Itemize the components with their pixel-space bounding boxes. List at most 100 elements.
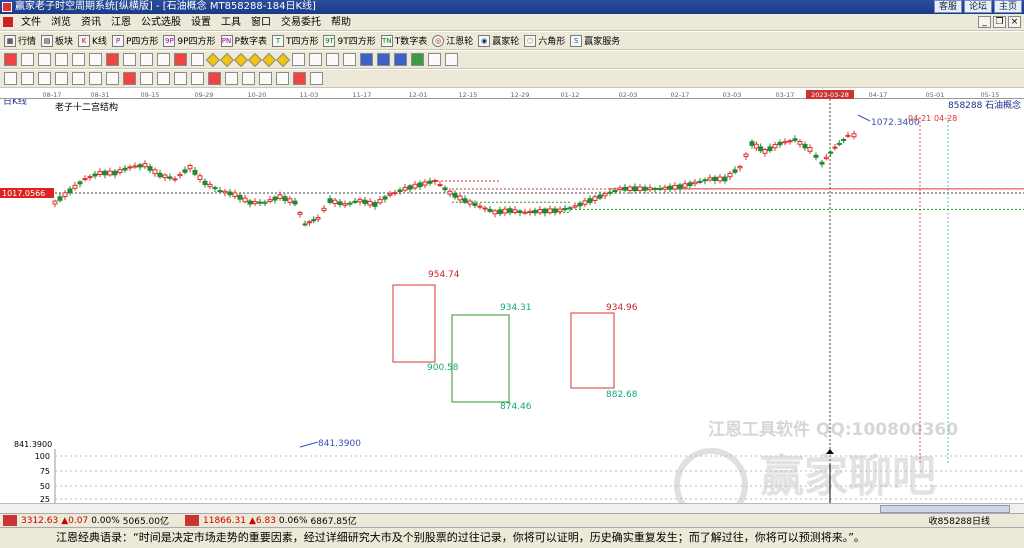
watermark-logo-ring xyxy=(674,448,748,522)
time-zone-icon[interactable] xyxy=(157,72,170,85)
save-tool-icon[interactable] xyxy=(377,53,390,66)
menu-settings[interactable]: 设置 xyxy=(186,14,216,31)
candle-body xyxy=(743,153,749,158)
check-tool-icon[interactable] xyxy=(326,53,339,66)
curve-tool-icon[interactable] xyxy=(38,53,51,66)
date-tick-label: 09-29 xyxy=(195,91,214,99)
fraction-tool-icon[interactable] xyxy=(72,53,85,66)
angle-icon[interactable] xyxy=(140,72,153,85)
menu-help[interactable]: 帮助 xyxy=(326,14,356,31)
toolbar-hexagon-button[interactable]: ⬡ 六角形 xyxy=(522,33,567,49)
parallel-icon[interactable] xyxy=(259,72,272,85)
regression-icon[interactable] xyxy=(242,72,255,85)
menu-window[interactable]: 窗口 xyxy=(246,14,276,31)
sh-index-change: ▲0.07 xyxy=(61,515,89,526)
menu-file[interactable]: 文件 xyxy=(16,14,46,31)
toolbar-p-number-button[interactable]: PN P数字表 xyxy=(219,33,269,49)
toolbar-quotes-button[interactable]: ▦ 行情 xyxy=(2,33,38,49)
wave-tool-icon[interactable] xyxy=(157,53,170,66)
pie-icon[interactable] xyxy=(293,72,306,85)
kline-chart-svg[interactable]: 日K线 老子十二宫结构 858288 石油概念江恩工具软件 QQ:100800360 赢… xyxy=(0,95,1024,531)
hand-tool-icon[interactable] xyxy=(292,53,305,66)
candle-icon[interactable] xyxy=(38,72,51,85)
fib-icon[interactable] xyxy=(174,72,187,85)
cycle-icon[interactable] xyxy=(89,72,102,85)
menu-trade[interactable]: 交易委托 xyxy=(276,14,326,31)
diamond-tool-icon-4[interactable] xyxy=(247,52,263,67)
elliott-icon[interactable] xyxy=(276,72,289,85)
date-tick-label: 02-17 xyxy=(671,91,690,99)
print-tool-icon[interactable] xyxy=(445,53,458,66)
window-tool-icon[interactable] xyxy=(360,53,373,66)
cross-tool-icon[interactable] xyxy=(309,53,322,66)
fan-line-icon[interactable] xyxy=(72,72,85,85)
step-tool-icon[interactable] xyxy=(89,53,102,66)
link-forum[interactable]: 论坛 xyxy=(963,0,992,13)
menu-formula[interactable]: 公式选股 xyxy=(136,14,186,31)
chart-scrollbar[interactable] xyxy=(0,503,1024,513)
menu-gann[interactable]: 江恩 xyxy=(106,14,136,31)
fan-tool-icon[interactable] xyxy=(140,53,153,66)
toolbar-9t-square-button[interactable]: 9T 9T四方形 xyxy=(321,33,377,49)
spiral-icon[interactable] xyxy=(106,72,119,85)
toolbar-service-button[interactable]: S 赢家服务 xyxy=(568,33,622,49)
toolbar-t-number-button[interactable]: TN T数字表 xyxy=(379,33,430,49)
arc-icon[interactable] xyxy=(123,72,136,85)
cursor-price-label: 1017.0566 xyxy=(2,189,45,198)
candle-body xyxy=(267,199,273,202)
color-tool-icon[interactable] xyxy=(4,53,17,66)
arrow-tool-icon[interactable] xyxy=(174,53,187,66)
toolbar-blocks-button[interactable]: ▤ 板块 xyxy=(39,33,75,49)
candle-body xyxy=(482,207,488,210)
candle-body xyxy=(819,161,825,165)
app-menu-icon[interactable] xyxy=(3,17,13,27)
candle-body xyxy=(807,147,813,152)
channel-tool-icon[interactable] xyxy=(191,53,204,66)
watermark-text-1: 江恩工具软件 QQ:100800360 xyxy=(708,419,958,440)
diamond-tool-icon-3[interactable] xyxy=(233,52,249,67)
link-home[interactable]: 主页 xyxy=(993,0,1022,13)
candle-body xyxy=(717,176,723,182)
toolbar-kline-button[interactable]: K K线 xyxy=(76,33,109,49)
candle-body xyxy=(612,190,618,193)
candle-body xyxy=(677,184,683,190)
close-icon[interactable]: × xyxy=(1008,16,1021,28)
minimize-icon[interactable]: _ xyxy=(978,16,991,28)
export-tool-icon[interactable] xyxy=(411,53,424,66)
line-tool-icon[interactable] xyxy=(123,53,136,66)
toolbar-gann-wheel-button[interactable]: ◎ 江恩轮 xyxy=(430,33,475,49)
bar-chart-icon[interactable] xyxy=(4,72,17,85)
percent-icon[interactable] xyxy=(191,72,204,85)
candle-body xyxy=(72,184,78,189)
toolbar-t-square-button[interactable]: T T四方形 xyxy=(270,33,321,49)
candle-body xyxy=(702,179,708,182)
table-tool-icon[interactable] xyxy=(343,53,356,66)
toolbar-p-square-button[interactable]: P P四方形 xyxy=(110,33,160,49)
kline-chart[interactable]: 日K线 老子十二宫结构 858288 石油概念 江恩工具软件 QQ:100800360 赢… xyxy=(0,95,1024,531)
scroll-thumb[interactable] xyxy=(880,505,1010,513)
date-tick-label: 08-31 xyxy=(91,91,110,99)
toolbar-9p-square-button[interactable]: 9P 9P四方形 xyxy=(161,33,217,49)
gann-tool-icon[interactable] xyxy=(106,53,119,66)
link-service[interactable]: 客服 xyxy=(933,0,962,13)
infinity-icon[interactable] xyxy=(310,72,323,85)
speed-line-icon[interactable] xyxy=(225,72,238,85)
diamond-tool-icon-1[interactable] xyxy=(205,52,221,67)
ratio-icon[interactable] xyxy=(55,72,68,85)
toolbar-winner-wheel-button[interactable]: ◉ 赢家轮 xyxy=(476,33,521,49)
candle-body xyxy=(452,193,458,198)
menu-browse[interactable]: 浏览 xyxy=(46,14,76,31)
trend-icon[interactable] xyxy=(208,72,221,85)
candle-body xyxy=(402,186,408,191)
diamond-tool-icon-6[interactable] xyxy=(275,52,291,67)
diamond-tool-icon-5[interactable] xyxy=(261,52,277,67)
menu-info[interactable]: 资讯 xyxy=(76,14,106,31)
restore-icon[interactable]: ❐ xyxy=(993,16,1006,28)
panel-tool-icon[interactable] xyxy=(394,53,407,66)
compass-tool-icon[interactable] xyxy=(21,53,34,66)
grid-chart-icon[interactable] xyxy=(21,72,34,85)
layout-tool-icon[interactable] xyxy=(428,53,441,66)
circle-tool-icon[interactable] xyxy=(55,53,68,66)
diamond-tool-icon-2[interactable] xyxy=(219,52,235,67)
menu-tools[interactable]: 工具 xyxy=(216,14,246,31)
